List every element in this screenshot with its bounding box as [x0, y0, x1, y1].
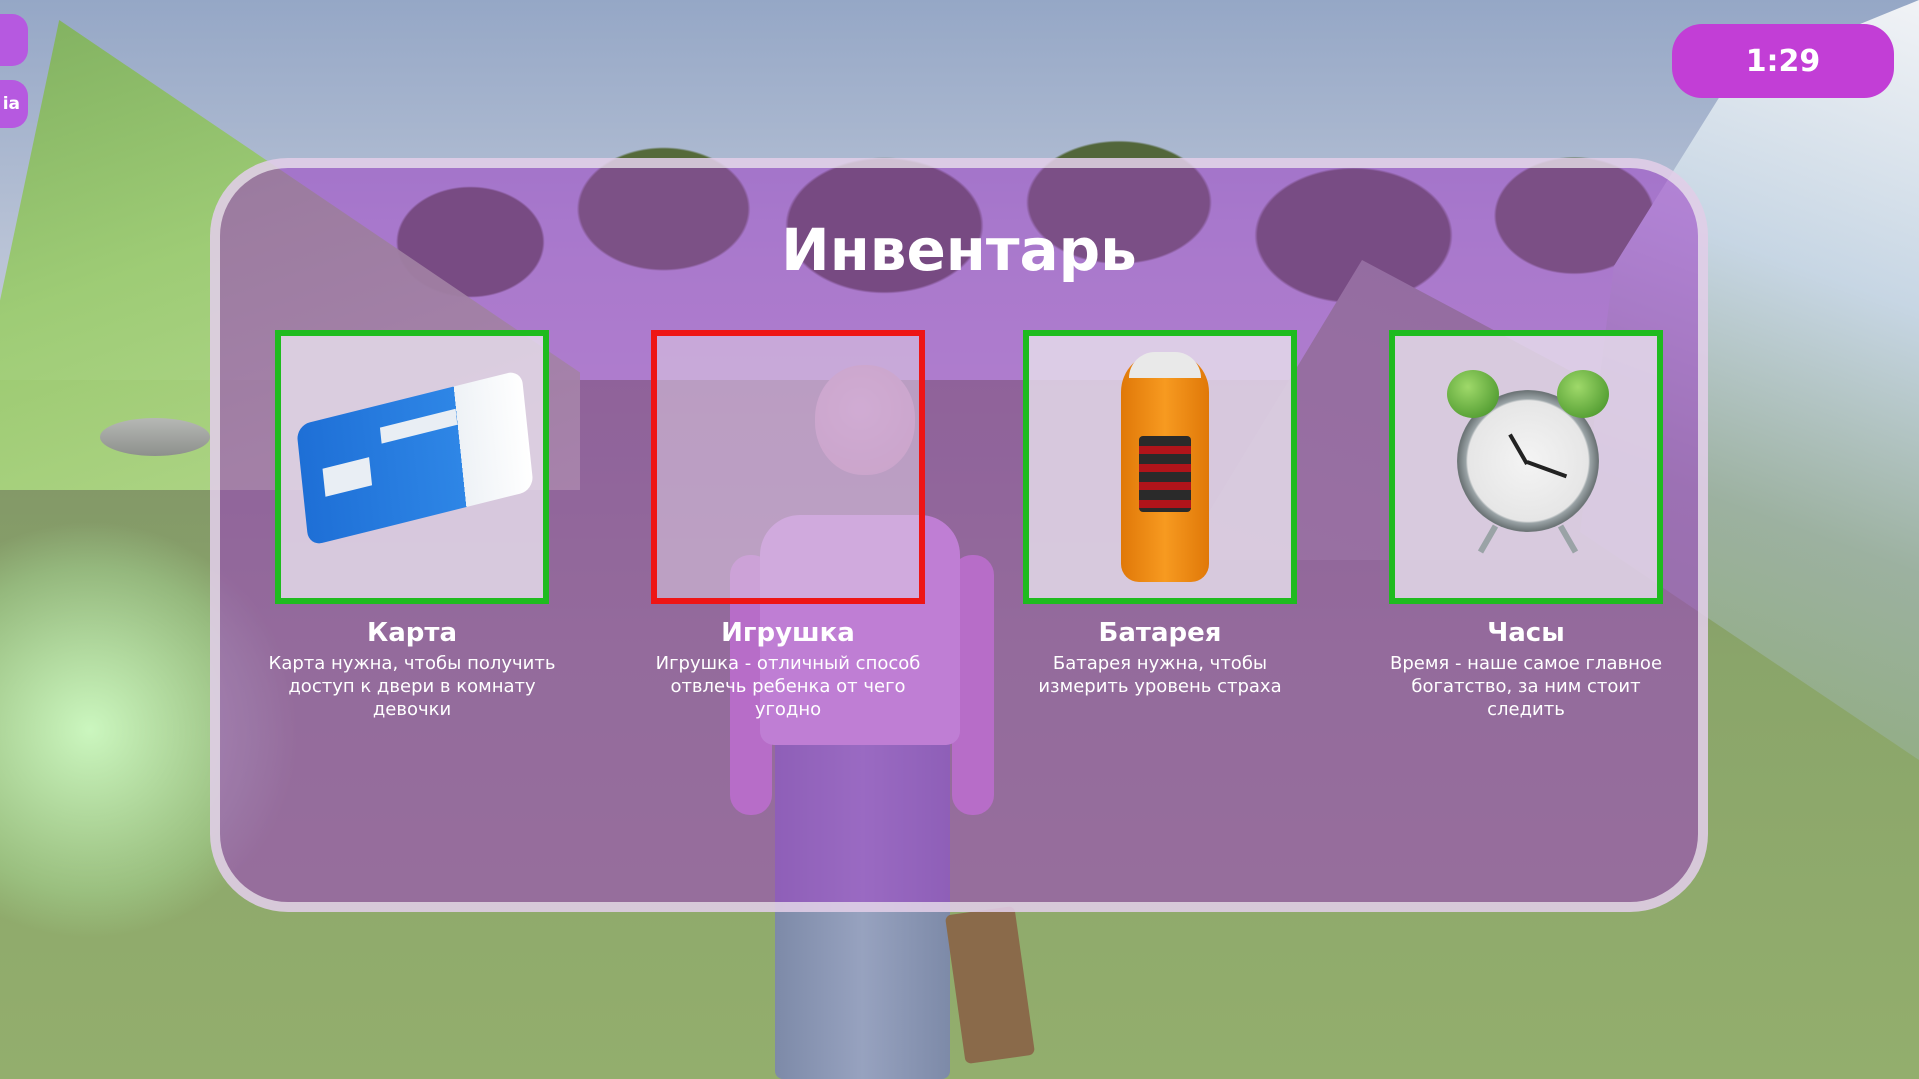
item-description: Карта нужна, чтобы получить доступ к две… [268, 653, 556, 720]
item-name: Батарея [1098, 618, 1222, 648]
item-slot-empty[interactable] [651, 330, 925, 604]
inventory-item-battery[interactable]: Батарея Батарея нужна, чтобы измерить ур… [1010, 330, 1310, 698]
inventory-item-toy[interactable]: Игрушка Игрушка - отличный способ отвлеч… [638, 330, 938, 721]
item-name: Часы [1487, 618, 1565, 648]
battery-icon [1121, 352, 1209, 582]
rock [100, 418, 210, 456]
item-description: Батарея нужна, чтобы измерить уровень ст… [1038, 653, 1282, 697]
item-slot[interactable] [1389, 330, 1663, 604]
item-slot[interactable] [275, 330, 549, 604]
game-scene: ia 1:29 Инвентарь Карта Карта нужна, что… [0, 0, 1919, 1079]
alarm-clock-icon [1447, 370, 1609, 554]
item-slot[interactable] [1023, 330, 1297, 604]
timer-display: 1:29 [1672, 24, 1894, 98]
item-name: Карта [366, 618, 458, 648]
side-menu-button-2[interactable]: ia [0, 80, 28, 128]
card-icon [296, 369, 534, 547]
inventory-title: Инвентарь [781, 216, 1137, 284]
item-name: Игрушка [721, 618, 855, 648]
inventory-item-clock[interactable]: Часы Время - наше самое главное богатств… [1376, 330, 1676, 721]
inventory-item-card[interactable]: Карта Карта нужна, чтобы получить доступ… [262, 330, 562, 721]
side-menu-button-1[interactable] [0, 14, 28, 66]
item-description: Игрушка - отличный способ отвлечь ребенк… [655, 653, 921, 720]
item-description: Время - наше самое главное богатство, за… [1389, 653, 1663, 720]
inventory-panel: Инвентарь Карта Карта нужна, чтобы получ… [210, 158, 1708, 912]
